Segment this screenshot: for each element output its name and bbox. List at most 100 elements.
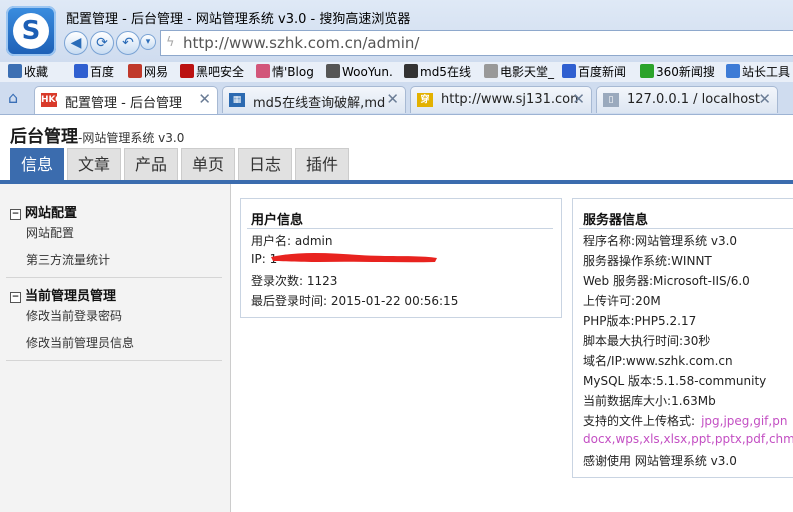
sidebar-link[interactable]: 修改当前登录密码 (26, 307, 122, 324)
bookmark-item[interactable]: md5在线 (404, 63, 471, 81)
nav-tab[interactable]: 日志 (238, 148, 292, 181)
bookmark-label: 收藏 (24, 65, 49, 79)
row-value: 30秒 (683, 334, 711, 348)
row-value: PHP5.2.17 (634, 314, 697, 328)
bookmark-label: 黑吧安全 (196, 65, 245, 79)
bookmark-item[interactable]: 网易 (128, 63, 168, 81)
bookmark-icon (256, 64, 270, 78)
dropdown-icon[interactable]: ▾ (140, 34, 156, 50)
nav-tab[interactable]: 产品 (124, 148, 178, 181)
bookmark-item[interactable]: 站长工具 (726, 63, 790, 81)
back-arrow-icon[interactable]: ◀ (64, 31, 88, 55)
sidebar-link[interactable]: 修改当前管理员信息 (26, 334, 134, 351)
server-info-row: 程序名称:网站管理系统 v3.0 (583, 232, 737, 249)
user-info-row: 登录次数: 1123 (251, 272, 337, 289)
undo-icon[interactable]: ↶ (116, 31, 140, 55)
server-info-title: 服务器信息 (583, 213, 649, 228)
row-label: 程序名称 (583, 234, 632, 248)
row-value: docx,wps,xls,xlsx,ppt,pptx,pdf,chm (583, 432, 793, 446)
row-value: 网站管理系统 v3.0 (634, 454, 737, 468)
sidebar-link[interactable]: 第三方流量统计 (26, 251, 110, 268)
bookmark-item[interactable]: WooYun. (326, 63, 393, 81)
browser-tab[interactable]: 穿 http://www.sj131.con ✕ (410, 86, 592, 113)
sidebar-divider (6, 277, 222, 278)
server-info-row: 服务器操作系统:WINNT (583, 252, 712, 269)
page-title-sub: -网站管理系统 v3.0 (78, 131, 185, 145)
row-value: 1123 (306, 274, 338, 288)
bookmark-label: 百度新闻 (578, 65, 627, 79)
nav-tab[interactable]: 文章 (67, 148, 121, 181)
sidebar-section-header[interactable]: − 网站配置 (10, 202, 77, 221)
bookmark-item[interactable]: 百度新闻 (562, 63, 626, 81)
bookmark-label: WooYun. (342, 65, 393, 79)
row-value: 5.1.58-community (656, 374, 767, 388)
tab-favicon-icon: 穿 (417, 93, 433, 107)
row-label: 域名/IP (583, 354, 622, 368)
row-label: 用户名 (251, 234, 288, 248)
row-value: 网站管理系统 v3.0 (635, 234, 738, 248)
bookmark-item[interactable]: 电影天堂_ (484, 63, 554, 81)
browser-tab[interactable]: HKC 配置管理 - 后台管理 ✕ (34, 86, 218, 114)
browser-tab[interactable]: ▯ 127.0.0.1 / localhost ✕ (596, 86, 778, 113)
sogou-logo-icon[interactable]: S (6, 6, 56, 56)
bookmark-item[interactable]: 百度 (74, 63, 114, 81)
row-label: MySQL 版本 (583, 374, 653, 388)
server-info-row: 上传许可:20M (583, 292, 661, 309)
sidebar: − 网站配置 网站配置 第三方流量统计 − 当前管理员管理 修改当前登录密码 修改当前管理员信… (0, 184, 231, 512)
collapse-icon[interactable]: − (10, 292, 21, 303)
bookmark-label: md5在线 (420, 65, 471, 79)
close-icon[interactable]: ✕ (386, 90, 399, 108)
server-info-row: PHP版本:PHP5.2.17 (583, 312, 696, 329)
site-info-icon[interactable]: ϟ (166, 35, 175, 50)
server-info-row: 当前数据库大小:1.63Mb (583, 392, 716, 409)
row-value: WINNT (671, 254, 712, 268)
tab-label: 127.0.0.1 / localhost (627, 92, 761, 107)
address-bar[interactable]: ϟ http://www.szhk.com.cn/admin/ (160, 30, 793, 56)
nav-tab[interactable]: 插件 (295, 148, 349, 181)
panel-divider (579, 228, 793, 229)
close-icon[interactable]: ✕ (198, 90, 211, 108)
nav-tab[interactable]: 信息 (10, 148, 64, 181)
sidebar-link[interactable]: 网站配置 (26, 224, 74, 241)
bookmark-label: 百度 (90, 65, 115, 79)
server-info-row: MySQL 版本:5.1.58-community (583, 372, 766, 389)
sidebar-section-title: 当前管理员管理 (25, 289, 117, 304)
user-info-row: 最后登录时间: 2015-01-22 00:56:15 (251, 292, 458, 309)
bookmark-label: 站长工具 (742, 65, 791, 79)
nav-tab[interactable]: 单页 (181, 148, 235, 181)
row-value: Microsoft-IIS/6.0 (653, 274, 750, 288)
bookmark-item[interactable]: 情'Blog (256, 63, 314, 81)
bookmarks-bar: 收藏 百度 网易 黑吧安全 情'Blog WooYun. md5在线 电影天堂_ 百度新闻 360… (0, 62, 793, 83)
bookmark-icon (326, 64, 340, 78)
refresh-icon[interactable]: ⟳ (90, 31, 114, 55)
user-info-title: 用户信息 (251, 213, 304, 228)
row-label: Web 服务器 (583, 274, 649, 288)
redaction-scribble (271, 253, 437, 263)
address-text[interactable]: http://www.szhk.com.cn/admin/ (183, 34, 419, 52)
close-icon[interactable]: ✕ (758, 90, 771, 108)
bookmark-item[interactable]: 黑吧安全 (180, 63, 244, 81)
home-icon[interactable]: ⌂ (8, 88, 18, 107)
bookmark-item[interactable]: 360新闻搜 (640, 63, 715, 81)
bookmark-label: 360新闻搜 (656, 65, 715, 79)
row-label: 登录次数 (251, 274, 300, 288)
row-colon: : (323, 294, 331, 308)
sidebar-section-header[interactable]: − 当前管理员管理 (10, 285, 116, 304)
bookmark-label: 网易 (144, 65, 169, 79)
tab-favicon-icon: ▦ (229, 93, 245, 107)
collapse-icon[interactable]: − (10, 209, 21, 220)
tab-bar: HKC 配置管理 - 后台管理 ✕ ▦ md5在线查询破解,md ✕ 穿 http://www… (0, 82, 793, 115)
row-colon: : (287, 234, 295, 248)
bookmark-icon (404, 64, 418, 78)
row-label: 最后登录时间 (251, 294, 324, 308)
tab-label: md5在线查询破解,md (253, 96, 386, 111)
close-icon[interactable]: ✕ (572, 90, 585, 108)
bookmark-icon (484, 64, 498, 78)
bookmark-item[interactable]: 收藏 (8, 63, 48, 81)
row-label: PHP版本 (583, 314, 631, 328)
row-label: 服务器操作系统 (583, 254, 668, 268)
server-info-row: 脚本最大执行时间:30秒 (583, 332, 710, 349)
sidebar-divider (6, 360, 222, 361)
browser-tab[interactable]: ▦ md5在线查询破解,md ✕ (222, 86, 406, 113)
page-title: 后台管理-网站管理系统 v3.0 (10, 122, 184, 147)
